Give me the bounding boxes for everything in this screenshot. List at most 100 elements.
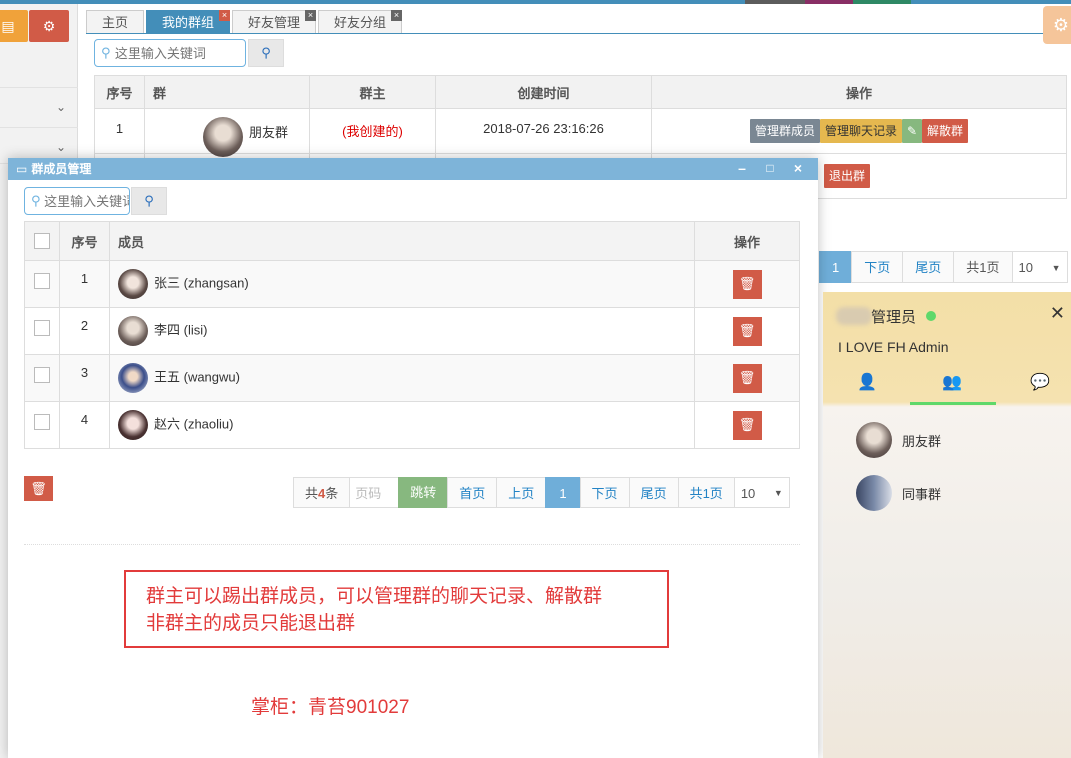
row-checkbox[interactable] bbox=[34, 366, 50, 383]
group-name[interactable]: 朋友群 bbox=[249, 125, 288, 140]
page-total: 共1页 bbox=[953, 251, 1013, 283]
group-avatar bbox=[856, 475, 892, 511]
sidebar-item[interactable]: ⌄ bbox=[0, 88, 78, 128]
jump-button[interactable]: 跳转 bbox=[398, 477, 449, 508]
column-header: 成员 bbox=[109, 221, 695, 261]
member-search-box: ⚲ bbox=[24, 187, 130, 215]
page-next[interactable]: 下页 bbox=[579, 477, 630, 508]
page-next[interactable]: 下页 bbox=[851, 251, 904, 283]
column-header: 群 bbox=[144, 75, 310, 109]
close-icon[interactable]: × bbox=[305, 10, 317, 21]
group-search-button[interactable]: ⚲ bbox=[248, 39, 284, 67]
tab-friend-groups[interactable]: 好友分组 × bbox=[318, 10, 403, 33]
user-icon: 👤 bbox=[857, 374, 877, 391]
close-icon[interactable]: × bbox=[391, 10, 403, 21]
close-icon[interactable]: × bbox=[788, 158, 808, 180]
minimize-icon[interactable]: – bbox=[732, 158, 752, 180]
notice-box: 群主可以踢出群成员，可以管理群的聊天记录、解散群 非群主的成员只能退出群 bbox=[124, 570, 669, 648]
page-current[interactable]: 1 bbox=[819, 251, 853, 283]
close-icon[interactable]: ✕ bbox=[1050, 303, 1065, 324]
list-item[interactable]: 朋友群 bbox=[856, 422, 941, 458]
group-pager: 1 下页 尾页 共1页 10 ▼ bbox=[819, 251, 1068, 283]
row-index: 2 bbox=[59, 307, 110, 355]
column-header: 创建时间 bbox=[435, 75, 652, 109]
table-header: 序号 成员 操作 bbox=[24, 221, 800, 261]
page-last[interactable]: 尾页 bbox=[902, 251, 955, 283]
member-search-button[interactable]: ⚲ bbox=[131, 187, 167, 215]
notice-line: 非群主的成员只能退出群 bbox=[146, 613, 356, 634]
list-item[interactable]: 同事群 bbox=[856, 475, 941, 511]
page-size-select[interactable]: 10 ▼ bbox=[733, 477, 790, 508]
select-all-checkbox[interactable] bbox=[34, 233, 50, 250]
sidebar-shortcut-button[interactable]: ▤ bbox=[0, 10, 28, 42]
sidebar-item[interactable] bbox=[0, 42, 78, 88]
row-checkbox[interactable] bbox=[34, 413, 50, 430]
tab-history[interactable]: 💬 bbox=[1026, 372, 1054, 396]
chat-bubble-icon: 💬 bbox=[1030, 374, 1050, 391]
row-index: 3 bbox=[59, 354, 110, 402]
remove-member-button[interactable]: 🗑 bbox=[732, 316, 762, 346]
page-size-select[interactable]: 10 ▼ bbox=[1011, 251, 1068, 283]
search-icon: ⚲ bbox=[261, 45, 271, 60]
page-number-input[interactable]: 页码 bbox=[349, 477, 400, 508]
close-icon[interactable]: × bbox=[219, 10, 231, 21]
navbar-segment bbox=[745, 0, 805, 4]
navbar-segment bbox=[805, 0, 853, 4]
member-search-input[interactable] bbox=[44, 189, 129, 213]
search-icon: ⚲ bbox=[31, 193, 41, 208]
settings-shortcut-button[interactable]: ⚙ bbox=[29, 10, 69, 42]
table-header: 序号 群 群主 创建时间 操作 bbox=[94, 75, 1067, 109]
remove-member-button[interactable]: 🗑 bbox=[732, 410, 762, 440]
row-index: 1 bbox=[94, 108, 145, 154]
page-first[interactable]: 首页 bbox=[447, 477, 498, 508]
remove-member-button[interactable]: 🗑 bbox=[732, 269, 762, 299]
manage-members-button[interactable]: 管理群成员 bbox=[749, 119, 820, 143]
group-name: 同事群 bbox=[902, 486, 942, 502]
group-search-input[interactable] bbox=[114, 41, 245, 65]
member-avatar bbox=[118, 410, 148, 440]
dissolve-group-button[interactable]: 解散群 bbox=[922, 119, 969, 143]
column-header: 群主 bbox=[309, 75, 436, 109]
tab-my-groups[interactable]: 我的群组 × bbox=[146, 10, 231, 33]
caret-down-icon: ▼ bbox=[1051, 263, 1061, 273]
column-header: 操作 bbox=[694, 221, 800, 261]
select-all-cell bbox=[24, 221, 60, 261]
gear-icon: ⚙ bbox=[1052, 14, 1070, 35]
owner-label: (我创建的) bbox=[309, 108, 436, 154]
window-icon: ▭ bbox=[16, 162, 28, 176]
table-row: 2 李四 (lisi) 🗑 bbox=[24, 307, 800, 355]
tab-friends[interactable]: 👤 bbox=[853, 372, 881, 396]
member-avatar bbox=[118, 363, 148, 393]
column-header: 序号 bbox=[59, 221, 110, 261]
row-checkbox[interactable] bbox=[34, 319, 50, 336]
users-icon: 👥 bbox=[942, 374, 962, 391]
notice-line: 群主可以踢出群成员，可以管理群的聊天记录、解散群 bbox=[146, 586, 603, 607]
maximize-icon[interactable]: □ bbox=[760, 158, 780, 180]
member-name: 张三 (zhangsan) bbox=[154, 275, 249, 291]
group-avatar bbox=[203, 117, 243, 157]
trash-icon: 🗑 bbox=[738, 323, 756, 338]
manage-chat-history-button[interactable]: 管理聊天记录 bbox=[819, 119, 902, 143]
edit-button[interactable]: ✎ bbox=[901, 119, 923, 143]
group-name: 朋友群 bbox=[902, 433, 942, 449]
tab-groups[interactable]: 👥 bbox=[938, 372, 966, 396]
row-checkbox[interactable] bbox=[34, 272, 50, 289]
page-prev[interactable]: 上页 bbox=[496, 477, 547, 508]
search-icon: ⚲ bbox=[101, 45, 111, 60]
trash-icon: 🗑 bbox=[738, 417, 756, 432]
trash-icon: 🗑 bbox=[30, 480, 47, 496]
batch-remove-button[interactable]: 🗑 bbox=[24, 476, 53, 501]
page-last[interactable]: 尾页 bbox=[628, 477, 679, 508]
member-name: 王五 (wangwu) bbox=[154, 369, 240, 385]
tab-friend-management[interactable]: 好友管理 × bbox=[232, 10, 317, 33]
list-icon: ▤ bbox=[1, 17, 15, 34]
leave-group-button[interactable]: 退出群 bbox=[823, 164, 870, 188]
page-current[interactable]: 1 bbox=[545, 477, 581, 508]
record-total: 共4条 bbox=[293, 477, 351, 508]
chat-user-signature: I LOVE FH Admin bbox=[838, 339, 949, 355]
edit-icon: ✎ bbox=[906, 124, 918, 138]
dialog-title: 群成员管理 bbox=[31, 162, 92, 176]
settings-button[interactable]: ⚙ bbox=[1043, 6, 1071, 44]
tab-home[interactable]: 主页 bbox=[86, 10, 145, 33]
remove-member-button[interactable]: 🗑 bbox=[732, 363, 762, 393]
